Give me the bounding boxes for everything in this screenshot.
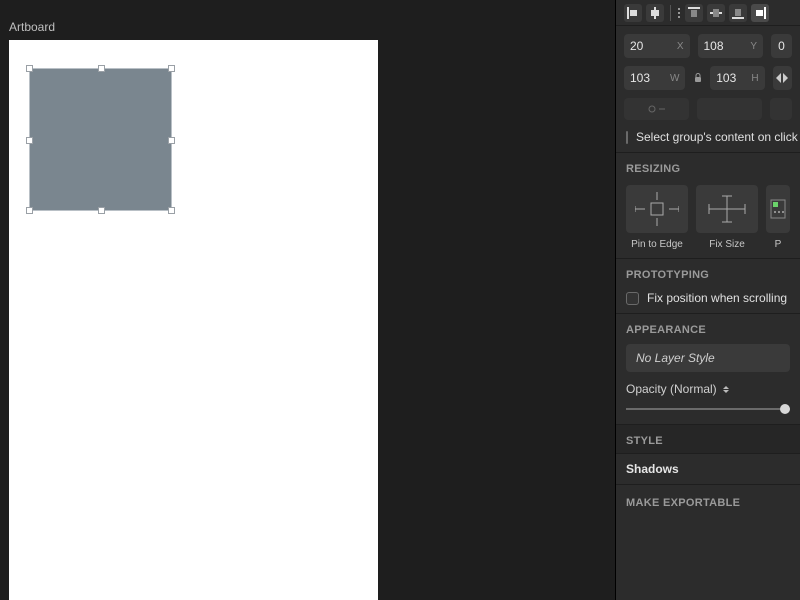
blend-mode-stepper-icon[interactable] <box>723 386 729 393</box>
pin-preview-label: P <box>775 239 782 250</box>
align-vcenter-icon[interactable] <box>707 4 725 22</box>
x-suffix: X <box>677 41 684 52</box>
geometry-section: 20 X 108 Y 0 103 W 103 H <box>616 26 800 124</box>
layer-style-value: No Layer Style <box>636 351 715 365</box>
opacity-label: Opacity (Normal) <box>626 382 717 396</box>
resize-handle-bl[interactable] <box>26 207 33 214</box>
align-top-icon[interactable] <box>685 4 703 22</box>
align-right-icon[interactable] <box>751 4 769 22</box>
fix-size-card[interactable]: Fix Size <box>696 185 758 250</box>
style-title: STYLE <box>626 435 790 447</box>
y-suffix: Y <box>750 41 757 52</box>
fix-position-label: Fix position when scrolling <box>647 291 787 305</box>
artboard-label: Artboard <box>9 20 55 34</box>
prototyping-section: PROTOTYPING Fix position when scrolling <box>616 258 800 313</box>
export-section[interactable]: MAKE EXPORTABLE <box>616 484 800 521</box>
corners-field[interactable] <box>770 98 792 120</box>
w-value: 103 <box>630 71 650 85</box>
y-value: 108 <box>704 39 724 53</box>
lock-aspect-icon[interactable] <box>693 73 702 83</box>
pin-to-edge-icon[interactable] <box>626 185 688 233</box>
shadows-row[interactable]: Shadows <box>616 453 800 484</box>
pin-to-edge-label: Pin to Edge <box>631 239 683 250</box>
more-dots-icon[interactable] <box>677 8 681 18</box>
appearance-section: APPEARANCE No Layer Style Opacity (Norma… <box>616 313 800 424</box>
pin-preview-card[interactable]: P <box>766 185 790 250</box>
pin-to-edge-card[interactable]: Pin to Edge <box>626 185 688 250</box>
export-title: MAKE EXPORTABLE <box>626 497 740 509</box>
resize-handle-bm[interactable] <box>98 207 105 214</box>
resizing-title: RESIZING <box>626 163 790 175</box>
resize-handle-tr[interactable] <box>168 65 175 72</box>
slider-thumb[interactable] <box>780 404 790 414</box>
resize-handle-br[interactable] <box>168 207 175 214</box>
corner-radius-field[interactable] <box>697 98 762 120</box>
resize-handle-mr[interactable] <box>168 137 175 144</box>
fix-position-checkbox[interactable] <box>626 292 639 305</box>
prototyping-title: PROTOTYPING <box>626 269 790 281</box>
resize-handle-ml[interactable] <box>26 137 33 144</box>
opacity-slider[interactable] <box>626 402 790 416</box>
height-field[interactable]: 103 H <box>710 66 764 90</box>
separator <box>670 5 671 21</box>
layer-style-dropdown[interactable]: No Layer Style <box>626 344 790 372</box>
appearance-title: APPEARANCE <box>626 324 790 336</box>
width-field[interactable]: 103 W <box>624 66 685 90</box>
rotation-field[interactable] <box>624 98 689 120</box>
x-value: 20 <box>630 39 643 53</box>
h-suffix: H <box>751 73 758 84</box>
fix-size-icon[interactable] <box>696 185 758 233</box>
fix-size-label: Fix Size <box>709 239 745 250</box>
select-group-label: Select group's content on click <box>636 130 798 144</box>
extra-value: 0 <box>778 39 785 53</box>
slider-track <box>626 408 790 410</box>
align-left-icon[interactable] <box>624 4 642 22</box>
shadows-label: Shadows <box>626 462 679 476</box>
pin-preview-icon[interactable] <box>766 185 790 233</box>
canvas-area[interactable]: Artboard <box>0 0 615 600</box>
resize-handle-tl[interactable] <box>26 65 33 72</box>
selected-rectangle[interactable] <box>29 68 172 211</box>
artboard[interactable] <box>9 40 378 600</box>
select-group-section: Select group's content on click <box>616 124 800 152</box>
x-field[interactable]: 20 X <box>624 34 690 58</box>
style-section: STYLE <box>616 424 800 453</box>
inspector-panel: 20 X 108 Y 0 103 W 103 H <box>615 0 800 600</box>
align-hcenter-icon[interactable] <box>646 4 664 22</box>
y-field[interactable]: 108 Y <box>698 34 764 58</box>
resizing-section: RESIZING Pin to Edge <box>616 152 800 258</box>
h-value: 103 <box>716 71 736 85</box>
align-bottom-icon[interactable] <box>729 4 747 22</box>
alignment-toolbar <box>616 0 800 26</box>
resize-handle-tm[interactable] <box>98 65 105 72</box>
extra-field[interactable]: 0 <box>771 34 792 58</box>
w-suffix: W <box>670 73 679 84</box>
select-group-checkbox[interactable] <box>626 131 628 144</box>
flip-horizontal-icon[interactable] <box>773 66 792 90</box>
